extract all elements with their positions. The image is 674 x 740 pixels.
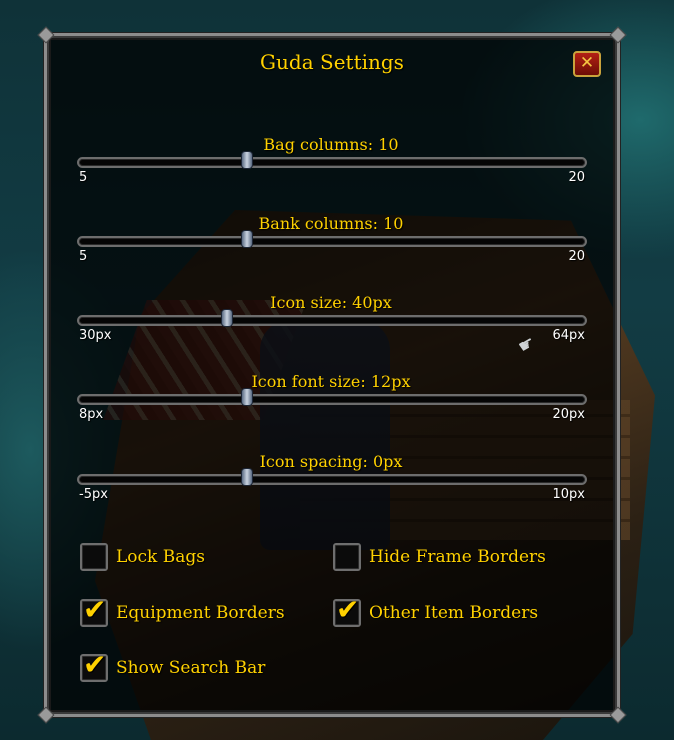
settings-window: Guda Settings ✕ Bag columns: 10 5 20 Ban… <box>37 26 627 724</box>
slider-thumb[interactable] <box>221 309 234 327</box>
checkbox-box[interactable]: ✔ <box>80 648 108 682</box>
slider-label: Bag columns: 10 <box>263 135 399 154</box>
checkmark-icon: ✔ <box>83 648 107 681</box>
slider-max-label: 64px <box>552 328 586 343</box>
checkbox-other-item-borders[interactable]: ✔ Other Item Borders <box>333 593 539 627</box>
slider-min-label: 30px <box>79 328 112 343</box>
slider-max-label: 20 <box>568 249 585 264</box>
frame-corner <box>37 26 55 44</box>
checkbox-box[interactable]: ✔ <box>333 543 361 571</box>
slider-max-label: 10px <box>552 487 586 502</box>
checkmark-icon: ✔ <box>336 593 360 626</box>
checkbox-equipment-borders[interactable]: ✔ Equipment Borders <box>80 593 285 627</box>
frame-corner <box>37 706 55 724</box>
checkbox-box[interactable]: ✔ <box>80 543 108 571</box>
slider-thumb[interactable] <box>240 151 253 169</box>
slider-track[interactable] <box>77 315 587 326</box>
slider-track[interactable] <box>77 394 587 405</box>
slider-min-label: 5 <box>79 249 88 264</box>
slider-min-label: -5px <box>79 487 108 502</box>
close-button[interactable]: ✕ <box>573 51 601 77</box>
slider-min-label: 8px <box>79 407 104 422</box>
checkbox-label: Equipment Borders <box>116 603 285 623</box>
checkbox-label: Other Item Borders <box>369 603 539 623</box>
frame-corner <box>609 706 627 724</box>
slider-label: Bank columns: 10 <box>258 214 404 233</box>
close-icon: ✕ <box>579 53 595 73</box>
slider-max-label: 20px <box>552 407 586 422</box>
window-title: Guda Settings <box>260 50 404 74</box>
slider-label: Icon spacing: 0px <box>259 452 403 471</box>
checkbox-label: Show Search Bar <box>116 658 266 678</box>
slider-thumb[interactable] <box>240 468 253 486</box>
frame-corner <box>609 26 627 44</box>
checkmark-icon: ✔ <box>83 593 107 626</box>
checkbox-hide-frame-borders[interactable]: ✔ Hide Frame Borders <box>333 543 546 571</box>
checkbox-lock-bags[interactable]: ✔ Lock Bags <box>80 543 205 571</box>
slider-thumb[interactable] <box>240 388 253 406</box>
checkbox-box[interactable]: ✔ <box>333 593 361 627</box>
slider-label: Icon font size: 12px <box>251 372 411 391</box>
checkbox-label: Hide Frame Borders <box>369 547 546 567</box>
checkbox-label: Lock Bags <box>116 547 205 567</box>
slider-max-label: 20 <box>568 170 585 185</box>
slider-thumb[interactable] <box>240 230 253 248</box>
checkbox-box[interactable]: ✔ <box>80 593 108 627</box>
slider-track[interactable] <box>77 157 587 168</box>
slider-min-label: 5 <box>79 170 88 185</box>
slider-track[interactable] <box>77 236 587 247</box>
checkbox-show-search-bar[interactable]: ✔ Show Search Bar <box>80 648 266 682</box>
slider-track[interactable] <box>77 474 587 485</box>
slider-label: Icon size: 40px <box>270 293 392 312</box>
